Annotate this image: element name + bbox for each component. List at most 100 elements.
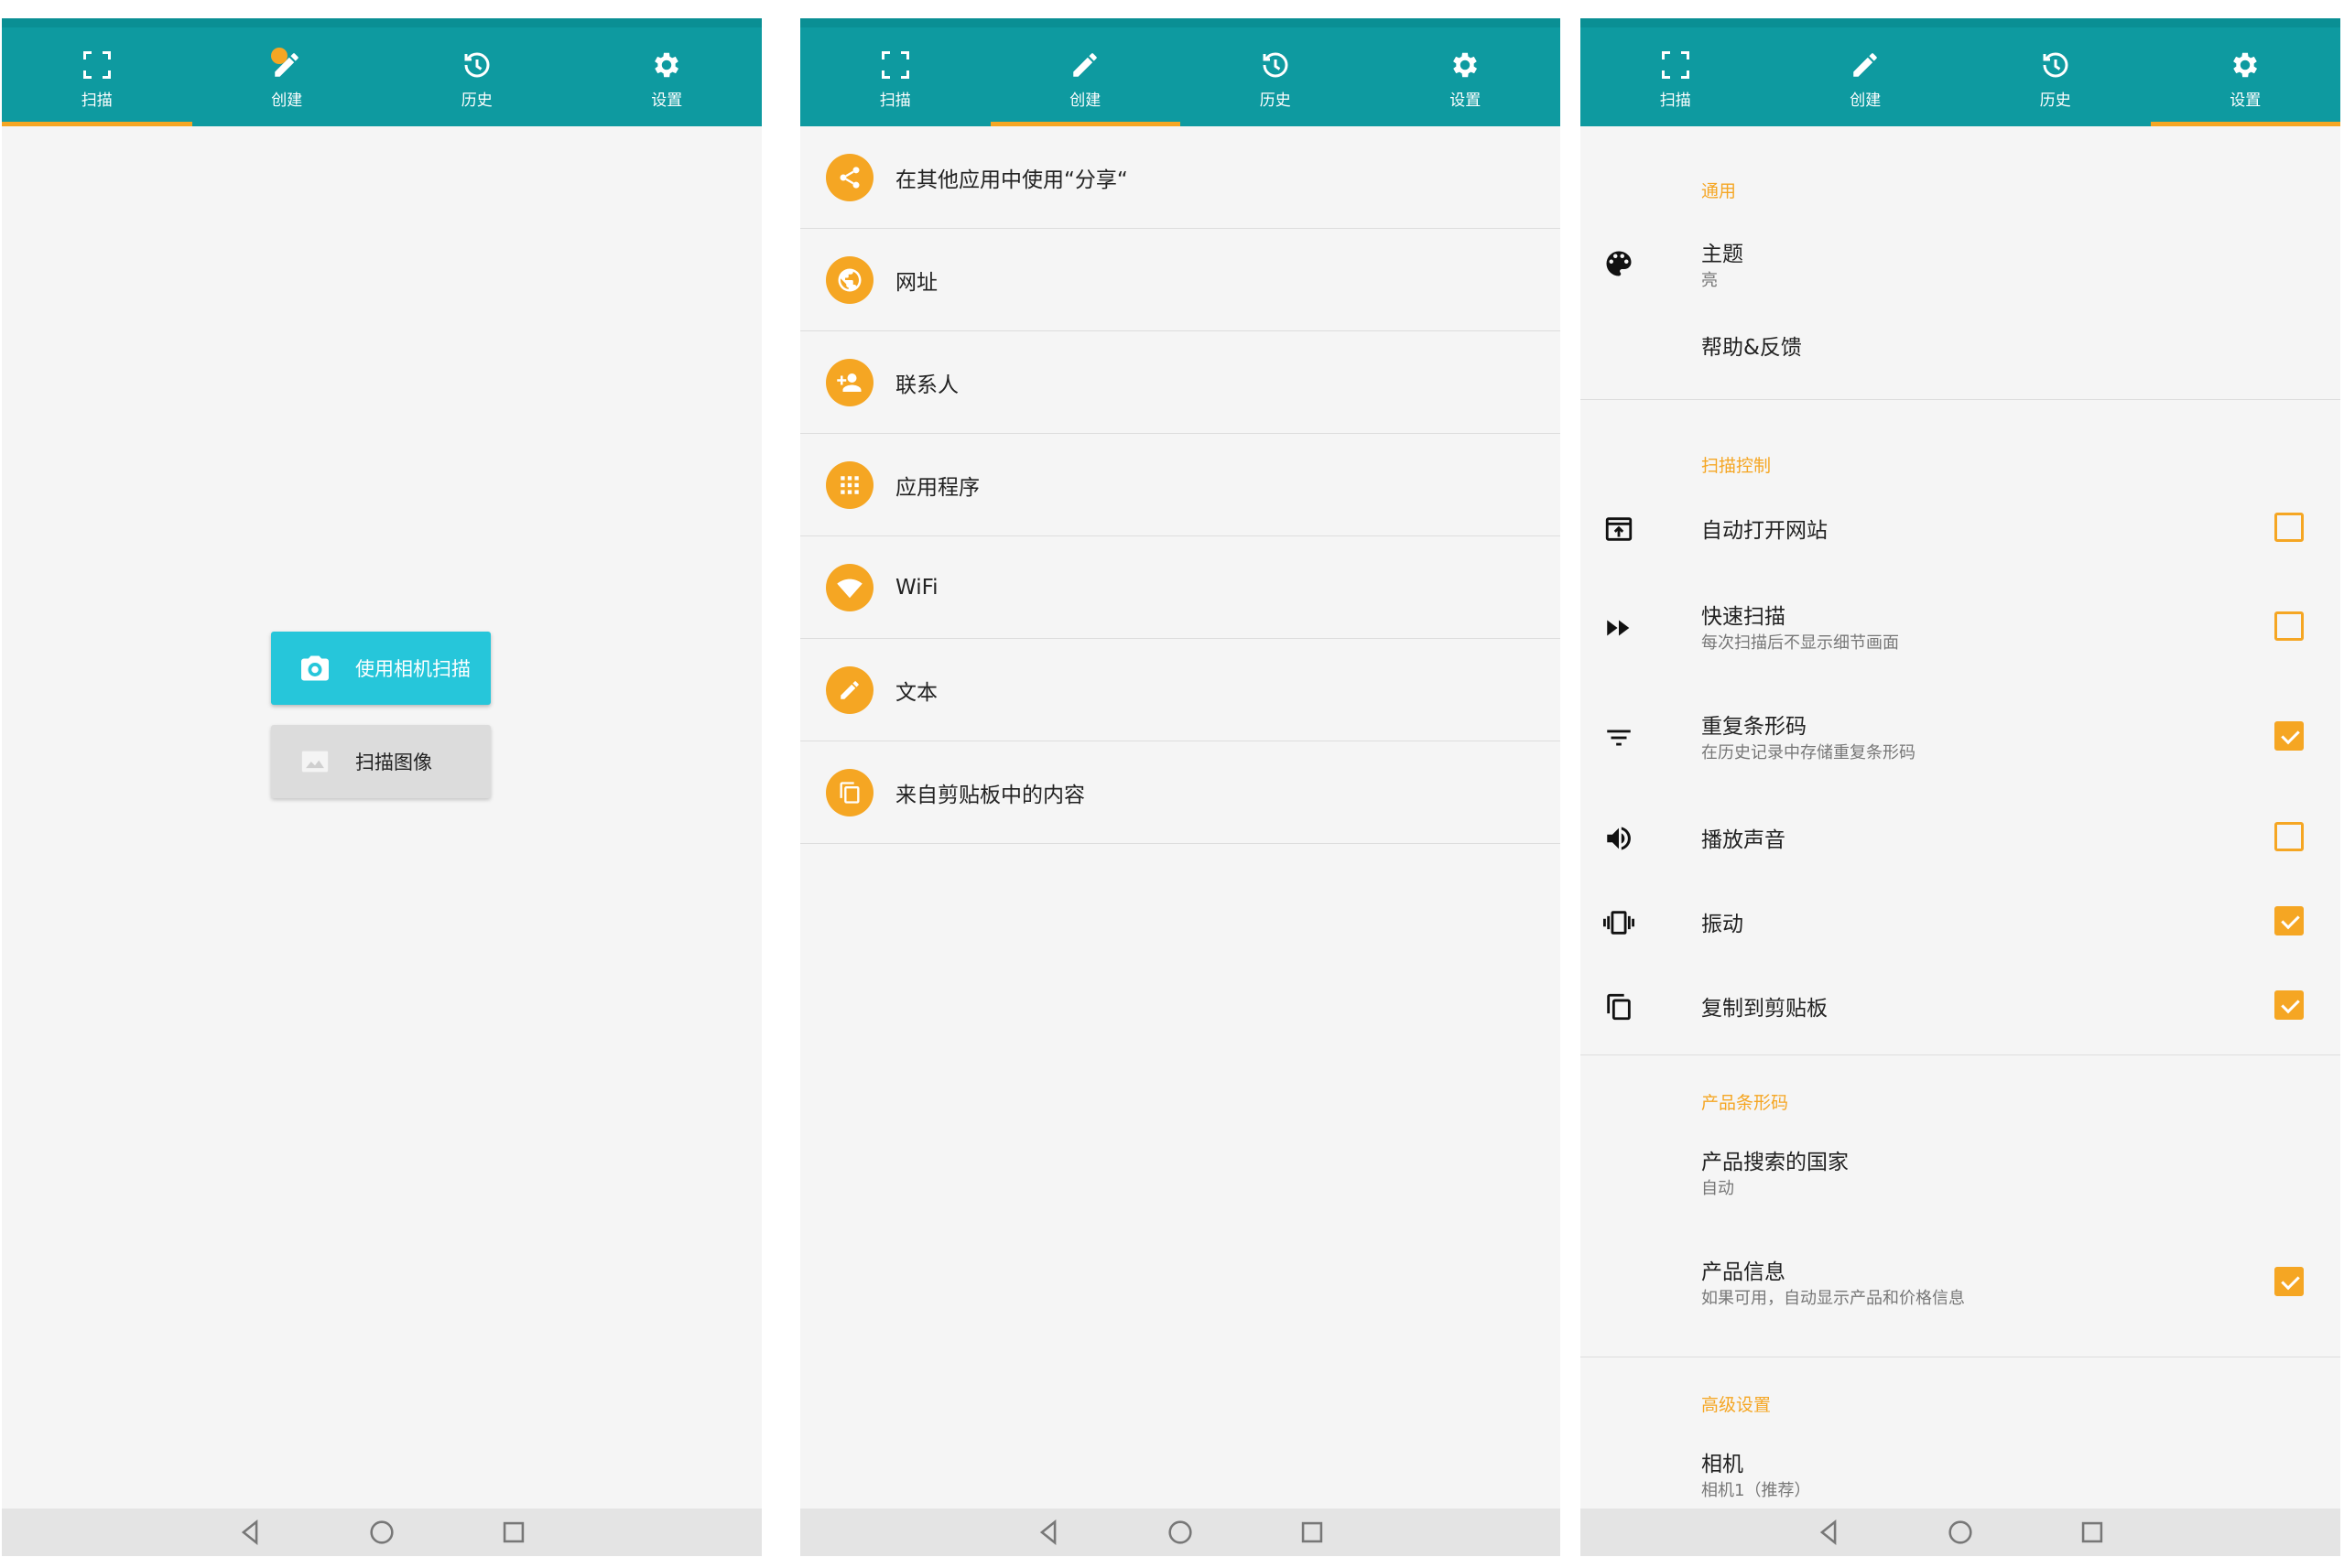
recents-icon[interactable]	[498, 1517, 529, 1548]
scan-image-button[interactable]: 扫描图像	[271, 725, 491, 798]
setting-title: 主题	[1701, 243, 1743, 266]
scan-with-camera-button[interactable]: 使用相机扫描	[271, 632, 491, 705]
setting-title: 相机	[1701, 1453, 1743, 1476]
item-label: 应用程序	[895, 475, 980, 500]
setting-country[interactable]: 产品搜索的国家 自动	[1580, 1130, 2340, 1221]
setting-value: 亮	[1701, 271, 1718, 290]
back-icon[interactable]	[234, 1517, 266, 1548]
setting-value: 相机1（推荐）	[1701, 1481, 1811, 1500]
setting-value: 自动	[1701, 1179, 1734, 1198]
settings-screen: 扫描 创建 历史 设置 通用 主题 亮 帮助&反馈 扫描控制 自动打开网站 快速…	[1580, 18, 2340, 1556]
tab-label: 设置	[1449, 91, 1481, 110]
section-scan-control: 扫描控制	[1701, 456, 1772, 476]
setting-duplicate[interactable]: 重复条形码 在历史记录中存储重复条形码	[1580, 692, 2340, 784]
fast-scan-checkbox[interactable]	[2274, 611, 2304, 641]
clipboard-icon	[826, 768, 874, 816]
setting-theme[interactable]: 主题 亮	[1580, 218, 2340, 309]
tab-label: 历史	[2039, 91, 2071, 110]
setting-subtitle: 如果可用，自动显示产品和价格信息	[1701, 1289, 1965, 1308]
recents-icon[interactable]	[1297, 1517, 1328, 1548]
system-nav-bar	[2, 1509, 762, 1556]
create-item-app[interactable]: 应用程序	[800, 434, 1560, 536]
tab-create[interactable]: 创建	[1771, 27, 1961, 126]
home-icon[interactable]	[1945, 1517, 1976, 1548]
scan-screen: 扫描 创建 历史 设置 使用相机扫描 扫描图像	[2, 18, 762, 1556]
scan-frame-icon	[875, 45, 916, 85]
system-nav-bar	[800, 1509, 1560, 1556]
create-item-wifi[interactable]: WiFi	[800, 536, 1560, 639]
volume-icon	[1601, 820, 1637, 857]
create-item-text[interactable]: 文本	[800, 639, 1560, 741]
sound-checkbox[interactable]	[2274, 822, 2304, 851]
create-item-url[interactable]: 网址	[800, 229, 1560, 331]
item-label: 来自剪贴板中的内容	[895, 783, 1085, 807]
tab-history[interactable]: 历史	[382, 27, 572, 126]
history-icon	[2035, 45, 2076, 85]
setting-auto-open[interactable]: 自动打开网站	[1580, 492, 2340, 566]
setting-title: 产品搜索的国家	[1701, 1151, 1849, 1174]
section-general: 通用	[1701, 181, 1737, 201]
setting-title: 产品信息	[1701, 1260, 1785, 1284]
copy-icon	[1601, 989, 1637, 1025]
section-product-barcode: 产品条形码	[1701, 1093, 1789, 1113]
app-tab-bar: 扫描 创建 历史 设置	[800, 27, 1560, 126]
status-bar	[800, 18, 1560, 27]
setting-sound[interactable]: 播放声音	[1580, 802, 2340, 875]
tab-label: 扫描	[1659, 91, 1691, 110]
setting-vibrate[interactable]: 振动	[1580, 886, 2340, 959]
tab-scan[interactable]: 扫描	[2, 27, 192, 126]
button-label: 使用相机扫描	[355, 658, 471, 680]
create-item-clipboard[interactable]: 来自剪贴板中的内容	[800, 741, 1560, 844]
item-label: 联系人	[895, 373, 959, 397]
setting-help[interactable]: 帮助&反馈	[1580, 320, 2340, 375]
fast-forward-icon	[1601, 610, 1637, 646]
tab-label: 历史	[461, 91, 493, 110]
divider	[1580, 1054, 2340, 1055]
setting-title: 快速扫描	[1701, 605, 1785, 629]
scan-content: 使用相机扫描 扫描图像	[2, 126, 762, 1509]
back-icon[interactable]	[1813, 1517, 1844, 1548]
tab-create[interactable]: 创建	[990, 27, 1181, 126]
tab-scan[interactable]: 扫描	[1580, 27, 1771, 126]
setting-title: 播放声音	[1701, 828, 1785, 852]
tab-label: 扫描	[81, 91, 113, 110]
home-icon[interactable]	[1165, 1517, 1196, 1548]
setting-subtitle: 在历史记录中存储重复条形码	[1701, 743, 1915, 762]
tab-history[interactable]: 历史	[1960, 27, 2151, 126]
back-icon[interactable]	[1033, 1517, 1064, 1548]
status-bar	[2, 18, 762, 27]
duplicate-checkbox[interactable]	[2274, 721, 2304, 751]
pencil-icon	[1065, 45, 1105, 85]
tab-label: 扫描	[879, 91, 911, 110]
tab-scan[interactable]: 扫描	[800, 27, 991, 126]
setting-fast-scan[interactable]: 快速扫描 每次扫描后不显示细节画面	[1580, 582, 2340, 674]
setting-subtitle: 每次扫描后不显示细节画面	[1701, 633, 1899, 653]
setting-product-info[interactable]: 产品信息 如果可用，自动显示产品和价格信息	[1580, 1238, 2340, 1329]
tab-create[interactable]: 创建	[192, 27, 383, 126]
image-icon	[289, 746, 341, 777]
tab-settings[interactable]: 设置	[1371, 27, 1561, 126]
scan-frame-icon	[1655, 45, 1696, 85]
apps-grid-icon	[826, 460, 874, 509]
setting-camera[interactable]: 相机 相机1（推荐）	[1580, 1432, 2340, 1514]
auto-open-checkbox[interactable]	[2274, 513, 2304, 542]
setting-title: 自动打开网站	[1701, 519, 1828, 543]
tab-settings[interactable]: 设置	[2150, 27, 2341, 126]
vibrate-checkbox[interactable]	[2274, 906, 2304, 935]
app-tab-bar: 扫描 创建 历史 设置	[2, 27, 762, 126]
tab-settings[interactable]: 设置	[572, 27, 763, 126]
copy-checkbox[interactable]	[2274, 990, 2304, 1020]
recents-icon[interactable]	[2077, 1517, 2108, 1548]
tab-history[interactable]: 历史	[1180, 27, 1371, 126]
button-label: 扫描图像	[355, 752, 432, 773]
setting-copy[interactable]: 复制到剪贴板	[1580, 970, 2340, 1044]
product-info-checkbox[interactable]	[2274, 1267, 2304, 1296]
palette-icon	[1601, 245, 1637, 282]
setting-title: 振动	[1701, 913, 1743, 936]
create-screen: 扫描 创建 历史 设置 在其他应用中使用“分享“ 网址 联系人 应用程序 WiF…	[800, 18, 1560, 1556]
home-icon[interactable]	[366, 1517, 397, 1548]
wifi-icon	[826, 563, 874, 611]
create-item-contact[interactable]: 联系人	[800, 331, 1560, 434]
tab-label: 创建	[1069, 91, 1101, 110]
create-item-share[interactable]: 在其他应用中使用“分享“	[800, 126, 1560, 229]
